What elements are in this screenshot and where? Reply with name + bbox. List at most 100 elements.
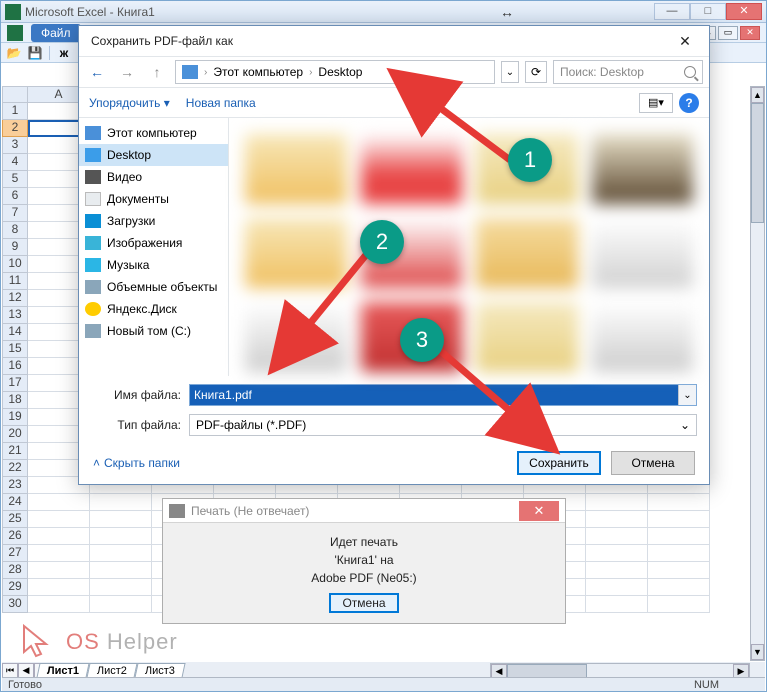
cell[interactable] [586,511,648,528]
row-header[interactable]: 5 [2,171,28,188]
cell[interactable] [90,528,152,545]
doc-restore-button[interactable]: ▭ [718,26,738,40]
row-header[interactable]: 7 [2,205,28,222]
row-header[interactable]: 11 [2,273,28,290]
nav-tree-item[interactable]: Desktop [79,144,228,166]
row-header[interactable]: 9 [2,239,28,256]
cell[interactable] [28,494,90,511]
cell[interactable] [28,562,90,579]
row-header[interactable]: 27 [2,545,28,562]
cell[interactable] [90,511,152,528]
cell[interactable] [586,494,648,511]
row-header[interactable]: 23 [2,477,28,494]
scroll-right-icon[interactable]: ▶ [733,664,749,678]
dialog-close-icon[interactable]: ✕ [671,30,699,52]
scroll-up-icon[interactable]: ▲ [751,87,764,103]
sheet-nav-prev-icon[interactable]: ◀ [18,663,34,678]
cell[interactable] [586,545,648,562]
row-header[interactable]: 17 [2,375,28,392]
hide-folders-link[interactable]: ˄Скрыть папки [93,456,180,470]
row-header[interactable]: 26 [2,528,28,545]
sheet-tab-2[interactable]: Лист2 [87,663,138,678]
minimize-button[interactable]: — [654,3,690,20]
row-header[interactable]: 21 [2,443,28,460]
cancel-button[interactable]: Отмена [611,451,695,475]
cell[interactable] [648,545,710,562]
cell[interactable] [28,545,90,562]
select-all-corner[interactable] [2,86,28,103]
cell[interactable] [28,579,90,596]
sheet-nav-first-icon[interactable]: ⏮ [2,663,18,678]
nav-tree-item[interactable]: Изображения [79,232,228,254]
nav-tree-item[interactable]: Новый том (C:) [79,320,228,342]
new-folder-button[interactable]: Новая папка [186,96,256,110]
file-list[interactable] [229,118,709,376]
row-header[interactable]: 12 [2,290,28,307]
cell[interactable] [648,579,710,596]
address-bar[interactable]: › Этот компьютер › Desktop [175,60,495,84]
vertical-scrollbar[interactable]: ▲ ▼ [750,86,765,661]
scroll-down-icon[interactable]: ▼ [751,644,764,660]
filename-input[interactable] [190,385,678,405]
cell[interactable] [648,562,710,579]
breadcrumb-root[interactable]: Этот компьютер [213,65,303,79]
cell[interactable] [648,528,710,545]
cell[interactable] [648,596,710,613]
save-icon[interactable]: 💾 [26,45,44,61]
sheet-tab-1[interactable]: Лист1 [36,663,89,678]
row-header[interactable]: 22 [2,460,28,477]
row-header[interactable]: 4 [2,154,28,171]
nav-tree-item[interactable]: Музыка [79,254,228,276]
nav-tree-item[interactable]: Видео [79,166,228,188]
print-cancel-button[interactable]: Отмена [329,593,399,613]
cell[interactable] [586,579,648,596]
nav-tree-item[interactable]: Объемные объекты [79,276,228,298]
nav-tree-item[interactable]: Документы [79,188,228,210]
close-button[interactable]: ✕ [726,3,762,20]
maximize-button[interactable]: □ [690,3,726,20]
row-header[interactable]: 1 [2,103,28,120]
forward-button[interactable]: → [115,60,139,84]
refresh-button[interactable]: ⟳ [525,61,547,83]
row-header[interactable]: 2 [2,120,28,137]
row-header[interactable]: 18 [2,392,28,409]
print-close-icon[interactable]: ✕ [519,501,559,521]
open-icon[interactable]: 📂 [5,45,23,61]
cell[interactable] [586,528,648,545]
row-header[interactable]: 15 [2,341,28,358]
search-input[interactable]: Поиск: Desktop [553,60,703,84]
cell[interactable] [648,511,710,528]
cell[interactable] [90,545,152,562]
filetype-combo[interactable]: PDF-файлы (*.PDF) ⌄ [189,414,697,436]
row-header[interactable]: 29 [2,579,28,596]
cell[interactable] [90,562,152,579]
doc-close-button[interactable]: ✕ [740,26,760,40]
cell[interactable] [586,596,648,613]
cell[interactable] [28,511,90,528]
row-header[interactable]: 25 [2,511,28,528]
organize-button[interactable]: Упорядочить ▾ [89,96,170,110]
view-mode-button[interactable]: ▤▾ [639,93,673,113]
cell[interactable] [90,596,152,613]
cell[interactable] [90,579,152,596]
row-header[interactable]: 20 [2,426,28,443]
address-dropdown-icon[interactable]: ⌄ [501,61,519,83]
sheet-tab-3[interactable]: Лист3 [135,663,186,678]
file-menu[interactable]: Файл [31,24,81,42]
filename-dropdown-icon[interactable]: ⌄ [678,385,696,405]
row-header[interactable]: 13 [2,307,28,324]
row-header[interactable]: 24 [2,494,28,511]
row-header[interactable]: 10 [2,256,28,273]
row-header[interactable]: 8 [2,222,28,239]
scroll-thumb[interactable] [751,103,764,223]
back-button[interactable]: ← [85,60,109,84]
nav-tree-item[interactable]: Яндекс.Диск [79,298,228,320]
cell[interactable] [648,494,710,511]
cell[interactable] [586,562,648,579]
breadcrumb-leaf[interactable]: Desktop [318,65,362,79]
cell[interactable] [90,494,152,511]
save-button[interactable]: Сохранить [517,451,601,475]
cell[interactable] [28,596,90,613]
up-button[interactable]: ↑ [145,60,169,84]
row-header[interactable]: 6 [2,188,28,205]
